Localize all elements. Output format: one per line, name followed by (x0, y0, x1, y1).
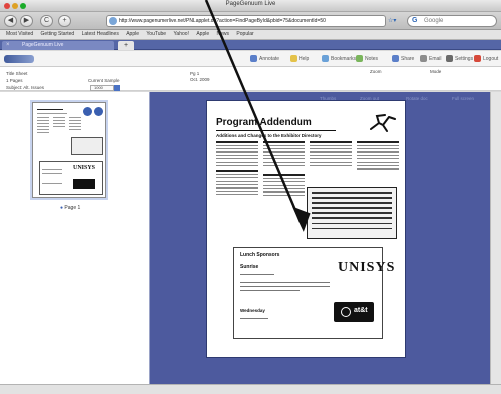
site-favicon-icon (109, 17, 117, 25)
page-thumbnail[interactable]: UNISYS (32, 102, 106, 198)
att-globe-icon (341, 307, 351, 317)
notice-callout (307, 187, 397, 239)
runner-logo-icon (370, 114, 396, 132)
toolbar-item-help[interactable]: Help (290, 55, 309, 63)
fullscreen-tool[interactable]: Full screen (452, 96, 474, 101)
bookmarks-bar: Most Visited Getting Started Latest Head… (0, 30, 501, 40)
help-icon (290, 55, 297, 63)
bookmarks-icon (322, 55, 329, 63)
toolbar-item-email[interactable]: Email (420, 55, 442, 63)
unisys-logo: UNISYS (338, 260, 396, 275)
tab-bar: × PageGenuum Live + (0, 40, 501, 50)
reload-button[interactable]: C (40, 15, 53, 27)
navigation-toolbar: ◀ ▶ C + http://www.pagenumerlive.net/PNL… (0, 12, 501, 30)
thumbnail-sidebar: UNISYS ● Page 1 (0, 92, 150, 384)
new-tab-button[interactable]: + (118, 41, 134, 50)
bookmark-item[interactable]: Popular (236, 30, 253, 39)
toolbar-item-logout[interactable]: Logout (474, 55, 498, 63)
thumbnail-label: ● Page 1 (60, 205, 81, 211)
title-rule (216, 130, 336, 131)
toolbar-item-label: Share (401, 56, 415, 62)
current-sample-label: Current Sample (88, 78, 120, 83)
document-subtitle: Additions and Changes to the Exhibitor D… (216, 133, 322, 138)
home-button[interactable]: + (58, 15, 71, 27)
annotate-icon (250, 55, 257, 63)
logout-icon (474, 55, 481, 63)
toolbar-item-label: Logout (483, 56, 499, 62)
bookmark-item[interactable]: Latest Headlines (82, 30, 119, 39)
app-logo (4, 55, 34, 63)
toolbar-item-label: Annotate (259, 56, 280, 62)
bookmark-item[interactable]: Apple (126, 30, 139, 39)
zoom-label: Zoom (370, 69, 382, 74)
toolbar-item-notes[interactable]: Notes (356, 55, 378, 63)
bookmark-item[interactable]: News (217, 30, 230, 39)
page-label: Pg 1 (190, 71, 200, 76)
mode-label: Mode (430, 69, 442, 74)
close-tab-icon[interactable]: × (6, 41, 10, 50)
forward-button[interactable]: ▶ (20, 15, 33, 27)
toolbar-item-label: Email (429, 56, 442, 62)
title-bar: PageGenuum Live (0, 0, 501, 12)
exhibitor-column (263, 141, 305, 198)
search-input[interactable]: G Google (407, 15, 497, 27)
toolbar-item-bookmarks[interactable]: Bookmarks (322, 55, 356, 63)
status-bar (0, 384, 501, 394)
toolbar-item-label: Help (299, 56, 310, 62)
browser-window: PageGenuum Live ◀ ▶ C + http://www.pagen… (0, 0, 501, 394)
url-bar[interactable]: http://www.pagenumerlive.net/PNLapplet.d… (106, 15, 386, 27)
settings-icon (446, 55, 453, 63)
lunch-heading: Lunch Sponsors (240, 252, 280, 258)
toolbar-item-share[interactable]: Share (392, 55, 414, 63)
tab-pagegenuum[interactable]: × PageGenuum Live (2, 41, 114, 50)
notes-icon (356, 55, 363, 63)
document-info-bar: Title Sheet 1 Pages Subject: Alt. Issues… (0, 67, 501, 91)
subject-label: Subject: Alt. Issues (6, 85, 45, 90)
rotate-tool[interactable]: Rotate doc (406, 96, 428, 101)
date-label: Oct. 2009 (190, 77, 210, 82)
back-button[interactable]: ◀ (4, 15, 17, 27)
exhibitor-column (357, 141, 399, 172)
document-title: Program Addendum (216, 117, 312, 128)
exhibitor-column (216, 141, 258, 197)
url-text: http://www.pagenumerlive.net/PNLapplet.d… (119, 18, 326, 24)
google-icon: G (412, 17, 418, 24)
bookmark-item[interactable]: Yahoo! (173, 30, 188, 39)
vertical-scrollbar[interactable] (490, 92, 501, 384)
sample-go-button[interactable] (114, 85, 120, 91)
share-icon (392, 55, 399, 63)
app-toolbar: Annotate Help Bookmarks Notes Share Email Sett… (0, 51, 501, 67)
toolbar-item-settings[interactable]: Settings (446, 55, 473, 63)
document-viewer: UNISYS ● Page 1 Thumbs Zoom out Rotate d… (0, 92, 501, 384)
att-logo-text: at&t (354, 307, 368, 314)
document-page[interactable]: Program Addendum Additions and Changes t… (206, 100, 406, 358)
title-label: Title Sheet (6, 71, 28, 76)
tab-label: PageGenuum Live (22, 42, 64, 48)
toolbar-item-label: Settings (455, 56, 474, 62)
wednesday-heading: Wednesday (240, 308, 265, 313)
toolbar-item-label: Notes (365, 56, 379, 62)
lunch-sponsors-box: Lunch Sponsors Sunrise UNISYS Wednesday … (233, 247, 394, 339)
bookmark-item[interactable]: Most Visited (6, 30, 33, 39)
search-placeholder: Google (424, 18, 444, 24)
bookmark-item[interactable]: Getting Started (41, 30, 75, 39)
window-title: PageGenuum Live (225, 1, 276, 7)
rss-icon[interactable]: ☆▾ (388, 17, 396, 24)
toolbar-item-label: Bookmarks (331, 56, 357, 62)
sunrise-heading: Sunrise (240, 264, 259, 270)
bookmark-item[interactable]: YouTube (146, 30, 166, 39)
att-logo: at&t (334, 302, 374, 322)
bookmark-item[interactable]: Apple (196, 30, 209, 39)
page-dot-icon: ● (60, 205, 64, 211)
current-sample-select[interactable]: 1000 (90, 85, 114, 91)
exhibitor-column (310, 141, 352, 168)
pages-label: 1 Pages (6, 78, 23, 83)
email-icon (420, 55, 427, 63)
toolbar-item-annotate[interactable]: Annotate (250, 55, 279, 63)
